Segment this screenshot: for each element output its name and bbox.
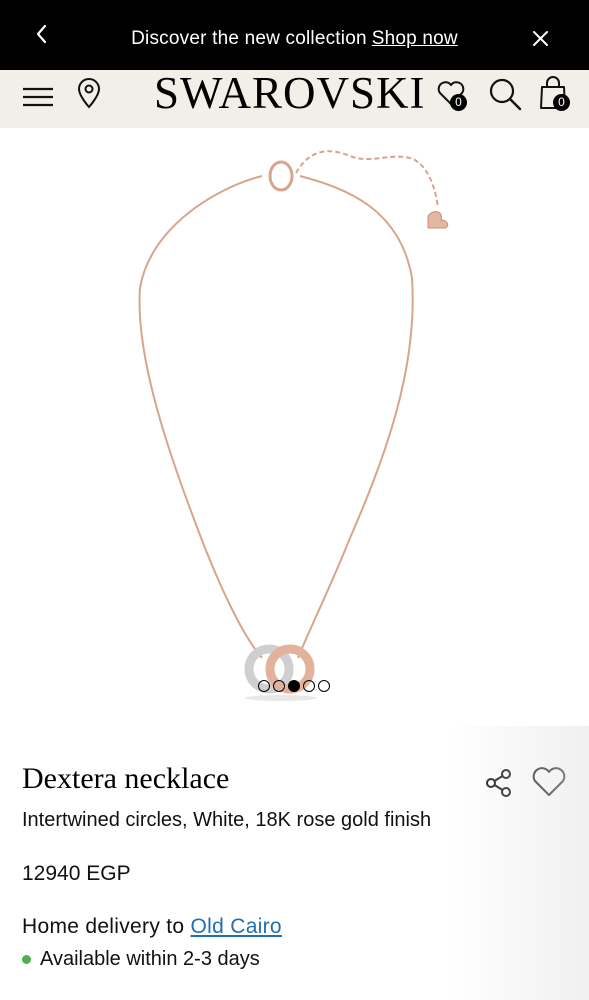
announcement-text: Discover the new collection — [131, 28, 367, 49]
add-to-wishlist-icon[interactable] — [531, 766, 567, 798]
gallery-dot-4[interactable] — [303, 680, 315, 692]
delivery-location-link[interactable]: Old Cairo — [191, 915, 282, 938]
necklace-product-image — [138, 150, 449, 701]
product-image-gallery[interactable] — [0, 128, 589, 726]
shop-now-link[interactable]: Shop now — [372, 28, 458, 49]
product-title: Dextera necklace — [22, 762, 230, 795]
bag-count-badge: 0 — [553, 94, 570, 111]
announcement-message: Discover the new collection Shop now — [0, 28, 589, 50]
delivery-label: Home delivery to — [22, 915, 185, 938]
gallery-dot-3[interactable] — [288, 680, 300, 692]
gallery-dot-1[interactable] — [258, 680, 270, 692]
product-info: Dextera necklace Intertwined circles, Wh… — [0, 726, 589, 1000]
close-icon[interactable] — [529, 27, 553, 51]
menu-icon[interactable] — [22, 80, 54, 112]
share-icon[interactable] — [484, 768, 514, 798]
shopping-bag-button[interactable]: 0 — [538, 76, 572, 112]
location-pin-icon[interactable] — [76, 78, 102, 110]
availability-status: Available within 2-3 days — [22, 948, 260, 971]
wishlist-count-badge: 0 — [450, 94, 467, 111]
decorative-gradient — [449, 726, 589, 1000]
brand-logo[interactable]: SWAROVSKI — [154, 70, 426, 116]
delivery-info: Home delivery to Old Cairo — [22, 915, 282, 939]
search-icon[interactable] — [487, 76, 523, 112]
wishlist-button[interactable]: 0 — [436, 78, 472, 114]
availability-dot-icon — [22, 955, 31, 964]
gallery-pagination — [258, 680, 330, 694]
announcement-bar: Discover the new collection Shop now — [0, 0, 589, 70]
availability-text: Available within 2-3 days — [40, 948, 260, 970]
gallery-dot-2[interactable] — [273, 680, 285, 692]
site-header: SWAROVSKI 0 0 — [0, 70, 589, 128]
product-price: 12940 EGP — [22, 862, 131, 885]
product-description: Intertwined circles, White, 18K rose gol… — [22, 809, 432, 831]
gallery-dot-5[interactable] — [318, 680, 330, 692]
